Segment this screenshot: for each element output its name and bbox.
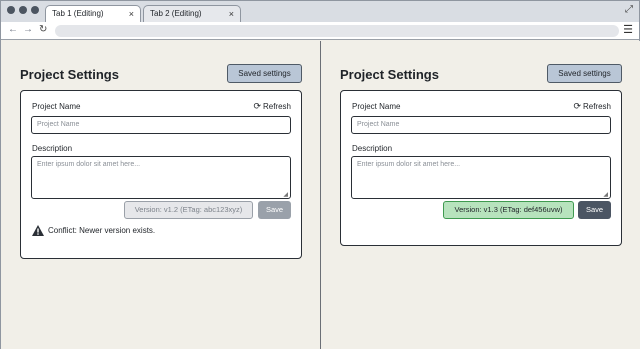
window-controls xyxy=(7,6,39,14)
description-label: Description xyxy=(352,144,393,153)
project-name-label: Project Name xyxy=(32,102,81,111)
tab-1-close-icon[interactable]: × xyxy=(129,6,134,22)
minimize-window-button[interactable] xyxy=(19,6,27,14)
refresh-label: Refresh xyxy=(262,102,291,111)
saved-settings-button[interactable]: Saved settings xyxy=(227,64,302,83)
back-icon[interactable]: ← xyxy=(8,24,18,35)
title-bar: Tab 1 (Editing) × Tab 2 (Editing) × ⤢ xyxy=(1,1,639,22)
tab-2-label: Tab 2 (Editing) xyxy=(150,9,202,18)
tab-1[interactable]: Tab 1 (Editing) × xyxy=(45,5,141,22)
page-title: Project Settings xyxy=(20,67,119,82)
description-textarea[interactable]: Enter ipsum dolor sit amet here... ◢ xyxy=(351,156,611,199)
conflict-warning: Conflict: Newer version exists. xyxy=(32,225,155,236)
close-window-button[interactable] xyxy=(7,6,15,14)
save-button[interactable]: Save xyxy=(258,201,291,219)
left-pane: Project Settings Saved settings Project … xyxy=(1,41,320,349)
settings-card: Project Name ⟳ Refresh Project Name Descr… xyxy=(20,90,302,259)
tab-2[interactable]: Tab 2 (Editing) × xyxy=(143,5,241,22)
warning-icon xyxy=(32,225,44,236)
version-badge: Version: v1.2 (ETag: abc123xyz) xyxy=(124,201,253,219)
reload-icon[interactable]: ↻ xyxy=(39,24,47,35)
settings-card: Project Name ⟳ Refresh Project Name Descr… xyxy=(340,90,622,246)
refresh-button[interactable]: ⟳ Refresh xyxy=(573,101,611,112)
refresh-icon: ⟳ xyxy=(253,101,261,111)
description-placeholder: Enter ipsum dolor sit amet here... xyxy=(37,161,141,168)
address-bar[interactable] xyxy=(55,25,619,37)
saved-settings-button[interactable]: Saved settings xyxy=(547,64,622,83)
tab-2-close-icon[interactable]: × xyxy=(229,6,234,22)
project-name-label: Project Name xyxy=(352,102,401,111)
project-name-input[interactable]: Project Name xyxy=(351,116,611,134)
right-pane: Project Settings Saved settings Project … xyxy=(321,41,640,349)
description-label: Description xyxy=(32,144,73,153)
conflict-message: Conflict: Newer version exists. xyxy=(48,226,156,235)
refresh-label: Refresh xyxy=(582,102,611,111)
resize-handle-icon[interactable]: ◢ xyxy=(283,191,288,198)
menu-icon[interactable]: ☰ xyxy=(623,23,633,36)
description-placeholder: Enter ipsum dolor sit amet here... xyxy=(357,161,461,168)
resize-handle-icon[interactable]: ◢ xyxy=(603,191,608,198)
expand-icon[interactable]: ⤢ xyxy=(625,4,633,15)
version-badge: Version: v1.3 (ETag: def456uvw) xyxy=(443,201,574,219)
page-title: Project Settings xyxy=(340,67,439,82)
browser-window: Tab 1 (Editing) × Tab 2 (Editing) × ⤢ ← … xyxy=(0,0,640,349)
refresh-button[interactable]: ⟳ Refresh xyxy=(253,101,291,112)
forward-icon[interactable]: → xyxy=(23,24,33,35)
browser-toolbar: ← → ↻ ☰ xyxy=(1,22,639,40)
project-name-input[interactable]: Project Name xyxy=(31,116,291,134)
maximize-window-button[interactable] xyxy=(31,6,39,14)
tab-1-label: Tab 1 (Editing) xyxy=(52,9,104,18)
save-button[interactable]: Save xyxy=(578,201,611,219)
description-textarea[interactable]: Enter ipsum dolor sit amet here... ◢ xyxy=(31,156,291,199)
refresh-icon: ⟳ xyxy=(573,101,581,111)
